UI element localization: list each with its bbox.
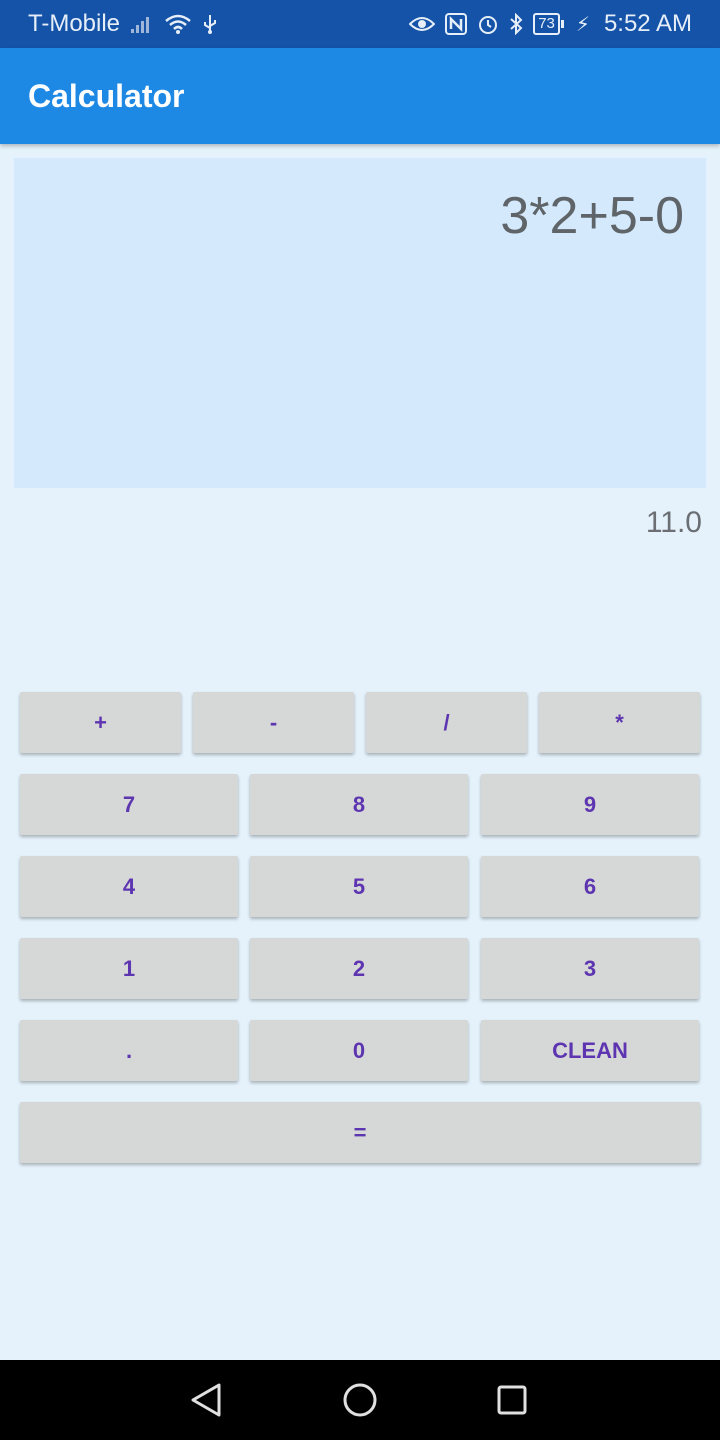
status-right: 73 ⚡ 5:52 AM xyxy=(409,10,692,38)
decimal-point-button[interactable]: . xyxy=(20,1020,238,1081)
expression-display: 3*2+5-0 xyxy=(14,158,706,488)
usb-icon xyxy=(202,13,218,35)
clock: 5:52 AM xyxy=(603,10,692,37)
battery-icon: 73 xyxy=(533,13,564,35)
app-bar: Calculator xyxy=(0,48,720,144)
minus-button[interactable]: - xyxy=(193,692,354,753)
home-icon[interactable] xyxy=(340,1380,380,1420)
alarm-icon xyxy=(477,13,499,35)
carrier-label: T-Mobile xyxy=(28,10,121,37)
digit-8-button[interactable]: 8 xyxy=(250,774,468,835)
digit-3-button[interactable]: 3 xyxy=(481,938,699,999)
status-bar: T-Mobile 73 ⚡ 5:52 AM xyxy=(0,0,720,48)
bluetooth-icon xyxy=(509,13,523,35)
navigation-bar xyxy=(0,1360,720,1440)
result-text: 11.0 xyxy=(645,506,702,539)
digit-9-button[interactable]: 9 xyxy=(481,774,699,835)
digit-2-button[interactable]: 2 xyxy=(250,938,468,999)
digit-5-button[interactable]: 5 xyxy=(250,856,468,917)
digit-6-button[interactable]: 6 xyxy=(481,856,699,917)
app-title: Calculator xyxy=(28,77,185,114)
multiply-button[interactable]: * xyxy=(539,692,700,753)
recent-apps-icon[interactable] xyxy=(492,1380,532,1420)
plus-button[interactable]: + xyxy=(20,692,181,753)
expression-text: 3*2+5-0 xyxy=(500,187,684,245)
signal-icon xyxy=(130,14,154,34)
wifi-icon xyxy=(164,13,192,35)
digit-7-button[interactable]: 7 xyxy=(20,774,238,835)
digit-1-button[interactable]: 1 xyxy=(20,938,238,999)
battery-level: 73 xyxy=(538,15,555,32)
eye-icon xyxy=(409,15,436,33)
charging-icon: ⚡ xyxy=(575,13,590,36)
status-left: T-Mobile xyxy=(28,10,218,38)
digit-0-button[interactable]: 0 xyxy=(250,1020,468,1081)
back-icon[interactable] xyxy=(186,1380,226,1420)
nfc-icon xyxy=(445,13,468,35)
clean-button[interactable]: CLEAN xyxy=(481,1020,699,1081)
divide-button[interactable]: / xyxy=(366,692,527,753)
digit-4-button[interactable]: 4 xyxy=(20,856,238,917)
equals-button[interactable]: = xyxy=(20,1102,700,1163)
